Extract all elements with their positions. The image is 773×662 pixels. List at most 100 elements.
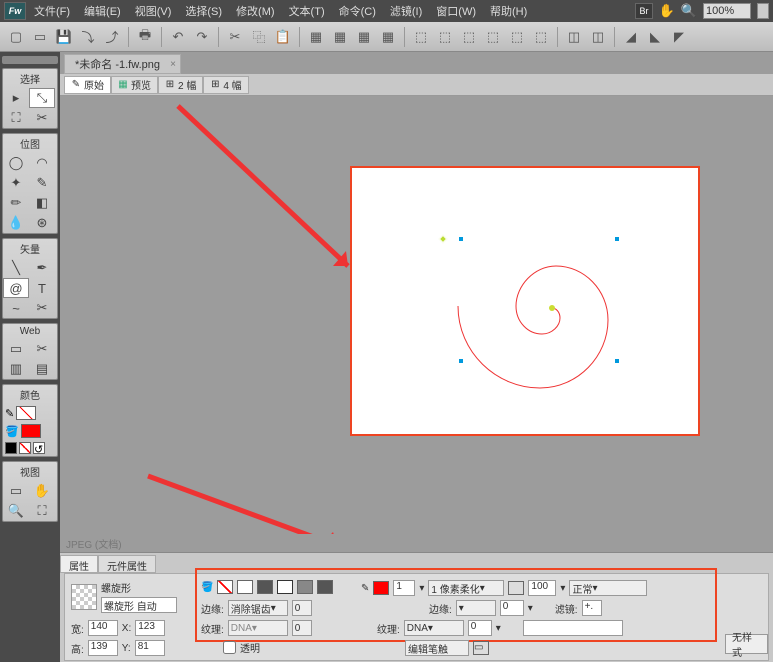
edge-select[interactable]: 消除锯齿▾: [228, 600, 288, 616]
tex2-num[interactable]: 0: [468, 620, 492, 636]
style4-icon[interactable]: [297, 580, 313, 594]
freeform-tool-icon[interactable]: ~: [3, 298, 29, 318]
chev2-icon[interactable]: ▾: [560, 583, 565, 594]
screen-mode-icon[interactable]: ▭: [3, 481, 29, 501]
brush-tool-icon[interactable]: ✎: [29, 173, 55, 193]
hand-tool-icon[interactable]: ✋: [29, 481, 55, 501]
canvas-area[interactable]: [60, 96, 773, 534]
open-icon[interactable]: ▭: [30, 27, 50, 47]
arrange3-icon[interactable]: ⬚: [459, 27, 479, 47]
width-input[interactable]: 140: [88, 620, 118, 636]
edge2-num[interactable]: 0: [500, 600, 524, 616]
nostyle-button[interactable]: 无样式: [725, 634, 768, 654]
extra-icon[interactable]: ▭: [473, 641, 489, 655]
tex2-select[interactable]: DNA▾: [404, 620, 464, 636]
edge2-select[interactable]: ▾: [456, 600, 496, 616]
menu-help[interactable]: 帮助(H): [484, 1, 533, 21]
edit-brush[interactable]: 编辑笔触: [405, 640, 469, 656]
filter-list[interactable]: [523, 620, 623, 636]
menu-file[interactable]: 文件(F): [28, 1, 76, 21]
eraser-tool-icon[interactable]: ◧: [29, 193, 55, 213]
stamp-tool-icon[interactable]: ⊛: [29, 213, 55, 233]
stroke-style[interactable]: 1 像素柔化▾: [428, 580, 504, 596]
undo-icon[interactable]: ↶: [168, 27, 188, 47]
stroke-width[interactable]: 1: [393, 580, 415, 596]
close-icon[interactable]: ×: [170, 59, 176, 70]
crop-tool-icon[interactable]: ✂: [29, 108, 55, 128]
handle-br[interactable]: [614, 358, 620, 364]
stroke-swatch[interactable]: [373, 581, 389, 595]
y-input[interactable]: 81: [135, 640, 165, 656]
pencil-tool-icon[interactable]: ✏: [3, 193, 29, 213]
spiral-shape[interactable]: [402, 188, 652, 418]
height-input[interactable]: 139: [88, 640, 118, 656]
text-tool-icon[interactable]: T: [29, 278, 55, 298]
menu-view[interactable]: 视图(V): [129, 1, 178, 21]
slice-tool-icon[interactable]: ✂: [29, 339, 55, 359]
group2-icon[interactable]: ▦: [330, 27, 350, 47]
document-tab[interactable]: *未命名 -1.fw.png ×: [64, 54, 181, 74]
bw-swap-icon[interactable]: [5, 442, 17, 454]
nocolor-icon[interactable]: [19, 442, 31, 454]
rotate1-icon[interactable]: ◢: [621, 27, 641, 47]
view-preview[interactable]: ▦预览: [111, 76, 158, 94]
style1-icon[interactable]: [237, 580, 253, 594]
copy-icon[interactable]: ⿻: [249, 27, 269, 47]
align2-icon[interactable]: ◫: [588, 27, 608, 47]
view-original[interactable]: ✎原始: [64, 76, 111, 94]
arrange2-icon[interactable]: ⬚: [435, 27, 455, 47]
line-tool-icon[interactable]: ╲: [3, 258, 29, 278]
zoom-dropdown[interactable]: ▾: [757, 3, 769, 19]
marquee-tool-icon[interactable]: ◯: [3, 153, 29, 173]
hand-icon[interactable]: ✋: [659, 3, 675, 19]
fill-color-swatch[interactable]: [21, 424, 41, 438]
shape-auto[interactable]: 螺旋形 自动: [101, 597, 177, 613]
arrange1-icon[interactable]: ⬚: [411, 27, 431, 47]
rotate2-icon[interactable]: ◣: [645, 27, 665, 47]
menu-edit[interactable]: 编辑(E): [78, 1, 127, 21]
handle-bl[interactable]: [458, 358, 464, 364]
opacity[interactable]: 100: [528, 580, 556, 596]
group3-icon[interactable]: ▦: [354, 27, 374, 47]
save-icon[interactable]: 💾: [54, 27, 74, 47]
scale-tool-icon[interactable]: ⛶: [3, 108, 29, 128]
pointer-tool-icon[interactable]: ▸: [3, 88, 29, 108]
export-icon[interactable]: ⤴: [102, 27, 122, 47]
menu-filters[interactable]: 滤镜(I): [384, 1, 428, 21]
chev1-icon[interactable]: ▾: [419, 583, 424, 594]
rotate3-icon[interactable]: ◤: [669, 27, 689, 47]
menu-select[interactable]: 选择(S): [179, 1, 228, 21]
handle-icon[interactable]: [2, 56, 58, 64]
hide-tool-icon[interactable]: ▥: [3, 359, 29, 379]
fill-swatch[interactable]: [217, 580, 233, 594]
view-4up[interactable]: ⊞4 幅: [203, 76, 248, 94]
group4-icon[interactable]: ▦: [378, 27, 398, 47]
spiral-tool-icon[interactable]: @: [3, 278, 29, 298]
show-tool-icon[interactable]: ▤: [29, 359, 55, 379]
trans-checkbox[interactable]: [223, 641, 236, 654]
tex-num[interactable]: 0: [292, 620, 312, 636]
arrange5-icon[interactable]: ⬚: [507, 27, 527, 47]
wand-tool-icon[interactable]: ✦: [3, 173, 29, 193]
menu-text[interactable]: 文本(T): [283, 1, 331, 21]
lasso-tool-icon[interactable]: ◠: [29, 153, 55, 173]
x-input[interactable]: 123: [135, 620, 165, 636]
blend-mode[interactable]: 正常▾: [569, 580, 647, 596]
view-2up[interactable]: ⊞2 幅: [158, 76, 203, 94]
style2-icon[interactable]: [257, 580, 273, 594]
bridge-icon[interactable]: Br: [635, 3, 653, 19]
hotspot-tool-icon[interactable]: ▭: [3, 339, 29, 359]
tex-select[interactable]: DNA▾: [228, 620, 288, 636]
import-icon[interactable]: ⤵: [78, 27, 98, 47]
fit-tool-icon[interactable]: ⛶: [29, 501, 55, 521]
menu-commands[interactable]: 命令(C): [333, 1, 382, 21]
arrange6-icon[interactable]: ⬚: [531, 27, 551, 47]
zoom-icon[interactable]: 🔍: [681, 3, 697, 19]
symbol-props-tab[interactable]: 元件属性: [98, 555, 156, 573]
chev4-icon[interactable]: ▾: [496, 623, 501, 634]
properties-tab[interactable]: 属性: [60, 555, 98, 573]
opts-icon[interactable]: [508, 581, 524, 595]
group1-icon[interactable]: ▦: [306, 27, 326, 47]
style3-icon[interactable]: [277, 580, 293, 594]
stroke-color-swatch[interactable]: [16, 406, 36, 420]
